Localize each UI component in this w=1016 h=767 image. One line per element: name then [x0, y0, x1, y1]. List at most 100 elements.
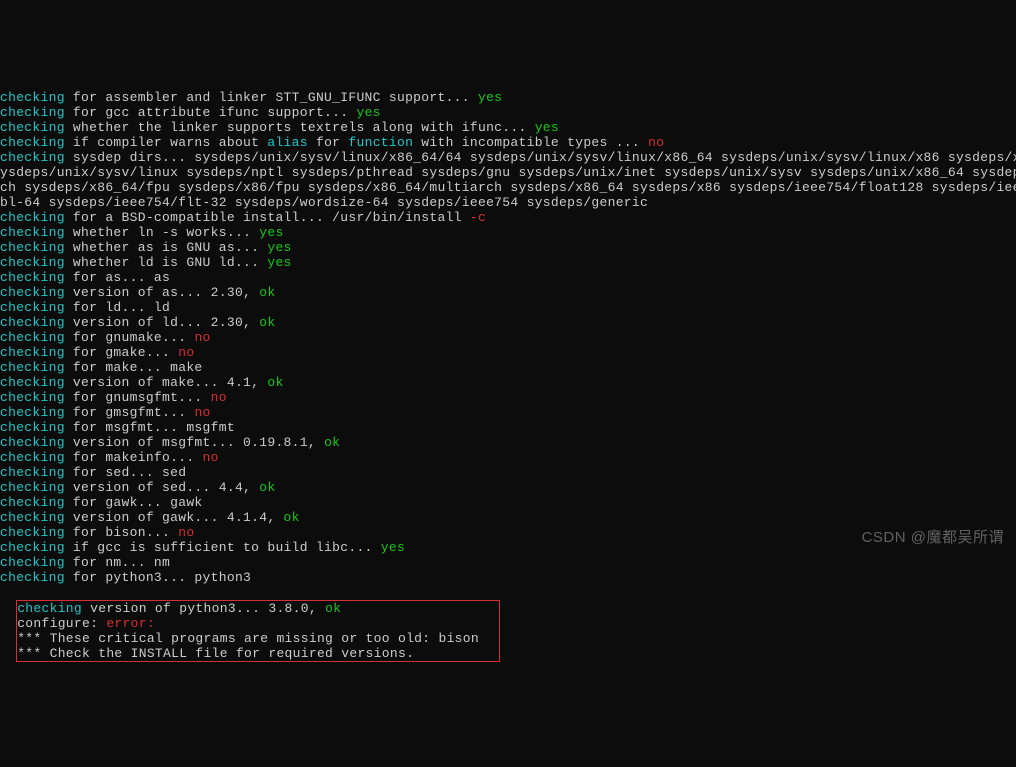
- terminal-text: ok: [259, 315, 275, 330]
- terminal-text: for gnumsgfmt...: [65, 390, 211, 405]
- terminal-text: version of make... 4.1,: [65, 375, 268, 390]
- terminal-text: for nm... nm: [65, 555, 170, 570]
- terminal-text: checking: [17, 601, 82, 616]
- terminal-text: no: [178, 525, 194, 540]
- terminal-line: checking for gnumake... no: [0, 330, 1016, 345]
- terminal-text: checking: [0, 225, 65, 240]
- terminal-line: checking for make... make: [0, 360, 1016, 375]
- terminal-text: for msgfmt... msgfmt: [65, 420, 235, 435]
- terminal-text: ok: [325, 601, 341, 616]
- terminal-text: with incompatible types ...: [413, 135, 648, 150]
- terminal-line: ysdeps/unix/sysv/linux sysdeps/nptl sysd…: [0, 165, 1016, 180]
- terminal-text: no: [648, 135, 664, 150]
- terminal-text: checking: [0, 555, 65, 570]
- terminal-line: checking whether the linker supports tex…: [0, 120, 1016, 135]
- terminal-text: no: [203, 450, 219, 465]
- terminal-text: checking: [0, 465, 65, 480]
- terminal-text: version of ld... 2.30,: [65, 315, 259, 330]
- terminal-text: for makeinfo...: [65, 450, 203, 465]
- terminal-line: checking version of ld... 2.30, ok: [0, 315, 1016, 330]
- terminal-text: for bison...: [65, 525, 178, 540]
- terminal-text: for gnumake...: [65, 330, 195, 345]
- terminal-line: checking for nm... nm: [0, 555, 1016, 570]
- terminal-text: no: [178, 345, 194, 360]
- terminal-text: if compiler warns about: [65, 135, 268, 150]
- terminal-line: *** These critical programs are missing …: [17, 631, 479, 646]
- terminal-text: checking: [0, 315, 65, 330]
- terminal-text: no: [194, 405, 210, 420]
- error-box: checking version of python3... 3.8.0, ok…: [16, 600, 500, 662]
- terminal-text: bl-64 sysdeps/ieee754/flt-32 sysdeps/wor…: [0, 195, 648, 210]
- terminal-text: checking: [0, 285, 65, 300]
- terminal-text: checking: [0, 300, 65, 315]
- terminal-line: bl-64 sysdeps/ieee754/flt-32 sysdeps/wor…: [0, 195, 1016, 210]
- terminal-line: checking for gmake... no: [0, 345, 1016, 360]
- terminal-text: -c: [470, 210, 486, 225]
- terminal-line: checking version of python3... 3.8.0, ok: [17, 601, 479, 616]
- terminal-text: yes: [381, 540, 405, 555]
- terminal-line: checking for gcc attribute ifunc support…: [0, 105, 1016, 120]
- terminal-line: configure: error:: [17, 616, 479, 631]
- terminal-text: sysdep dirs... sysdeps/unix/sysv/linux/x…: [65, 150, 1016, 165]
- terminal-line: *** Check the INSTALL file for required …: [17, 646, 479, 661]
- terminal-text: ok: [324, 435, 340, 450]
- terminal-text: for assembler and linker STT_GNU_IFUNC s…: [65, 90, 478, 105]
- terminal-text: whether ld is GNU ld...: [65, 255, 268, 270]
- terminal-text: for ld... ld: [65, 300, 170, 315]
- terminal-text: checking: [0, 495, 65, 510]
- terminal-line: checking for as... as: [0, 270, 1016, 285]
- terminal-text: ysdeps/unix/sysv/linux sysdeps/nptl sysd…: [0, 165, 1016, 180]
- terminal-text: checking: [0, 270, 65, 285]
- terminal-text: whether the linker supports textrels alo…: [65, 120, 535, 135]
- terminal-text: if gcc is sufficient to build libc...: [65, 540, 381, 555]
- terminal-text: checking: [0, 510, 65, 525]
- terminal-line: checking whether ld is GNU ld... yes: [0, 255, 1016, 270]
- terminal-text: checking: [0, 405, 65, 420]
- terminal-text: for make... make: [65, 360, 203, 375]
- terminal-text: for gmsgfmt...: [65, 405, 195, 420]
- terminal-text: whether as is GNU as...: [65, 240, 268, 255]
- terminal-text: for gawk... gawk: [65, 495, 203, 510]
- terminal-text: checking: [0, 420, 65, 435]
- terminal-text: no: [194, 330, 210, 345]
- terminal-text: for as... as: [65, 270, 170, 285]
- terminal-text: *** Check the INSTALL file for required …: [17, 646, 414, 661]
- terminal-text: version of as... 2.30,: [65, 285, 259, 300]
- terminal-text: version of gawk... 4.1.4,: [65, 510, 284, 525]
- terminal-line: checking whether as is GNU as... yes: [0, 240, 1016, 255]
- terminal-text: yes: [478, 90, 502, 105]
- terminal-text: checking: [0, 105, 65, 120]
- terminal-line: checking for msgfmt... msgfmt: [0, 420, 1016, 435]
- terminal-text: checking: [0, 210, 65, 225]
- terminal-line: checking version of sed... 4.4, ok: [0, 480, 1016, 495]
- terminal-text: ok: [267, 375, 283, 390]
- watermark: CSDN @魔都吴所谓: [862, 530, 1004, 545]
- terminal-text: checking: [0, 255, 65, 270]
- terminal-text: checking: [0, 375, 65, 390]
- terminal-line: checking sysdep dirs... sysdeps/unix/sys…: [0, 150, 1016, 165]
- terminal-text: for sed... sed: [65, 465, 187, 480]
- terminal-text: yes: [267, 240, 291, 255]
- terminal-text: for gmake...: [65, 345, 178, 360]
- terminal-text: checking: [0, 360, 65, 375]
- terminal-line: checking for assembler and linker STT_GN…: [0, 90, 1016, 105]
- terminal-text: checking: [0, 540, 65, 555]
- terminal-output: checking for assembler and linker STT_GN…: [0, 60, 1016, 662]
- terminal-text: ok: [284, 510, 300, 525]
- terminal-line: checking for ld... ld: [0, 300, 1016, 315]
- terminal-text: alias: [267, 135, 308, 150]
- terminal-line: checking whether ln -s works... yes: [0, 225, 1016, 240]
- terminal-text: for python3... python3: [65, 570, 251, 585]
- terminal-line: checking for a BSD-compatible install...…: [0, 210, 1016, 225]
- terminal-text: version of sed... 4.4,: [65, 480, 259, 495]
- terminal-text: checking: [0, 120, 65, 135]
- terminal-line: checking version of make... 4.1, ok: [0, 375, 1016, 390]
- terminal-text: checking: [0, 135, 65, 150]
- terminal-text: version of msgfmt... 0.19.8.1,: [65, 435, 324, 450]
- terminal-text: no: [211, 390, 227, 405]
- terminal-text: checking: [0, 90, 65, 105]
- terminal-line: ch sysdeps/x86_64/fpu sysdeps/x86/fpu sy…: [0, 180, 1016, 195]
- terminal-line: checking for gawk... gawk: [0, 495, 1016, 510]
- terminal-text: checking: [0, 150, 65, 165]
- terminal-line: checking for makeinfo... no: [0, 450, 1016, 465]
